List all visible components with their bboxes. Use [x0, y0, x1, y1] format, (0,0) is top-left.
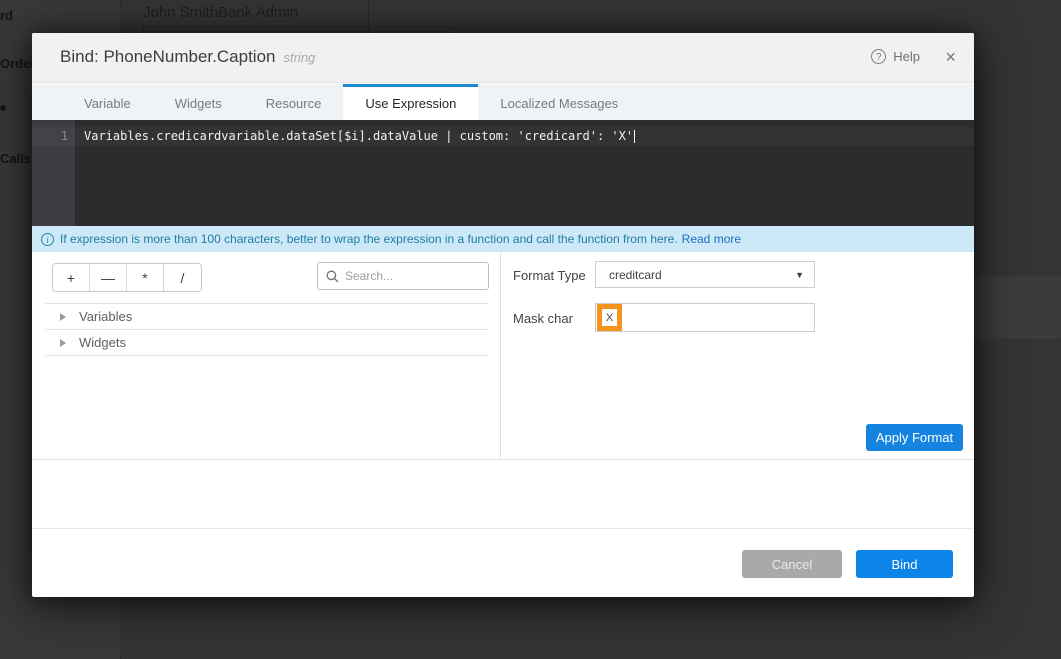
panel-divider	[500, 252, 501, 459]
dialog-titlebar: Bind: PhoneNumber.Captionstring ? Help ×	[32, 33, 974, 83]
background-panel-band	[974, 276, 1061, 340]
info-text: If expression is more than 100 character…	[60, 232, 678, 246]
format-type-label: Format Type	[513, 268, 586, 283]
mask-char-value: X	[602, 309, 617, 326]
cancel-button[interactable]: Cancel	[742, 550, 842, 578]
format-type-value: creditcard	[609, 268, 795, 282]
screen: rd Order Calls John SmithBank Admin Bind…	[0, 0, 1061, 659]
background-page-title: John SmithBank Admin	[143, 4, 298, 21]
expression-code[interactable]: Variables.credicardvariable.dataSet[$i].…	[84, 129, 635, 143]
dialog-title-type: string	[283, 50, 315, 65]
tree-item-label: Variables	[79, 309, 132, 324]
mask-char-label: Mask char	[513, 311, 573, 326]
dialog-title: Bind: PhoneNumber.Captionstring	[60, 47, 315, 67]
search-field[interactable]	[317, 262, 489, 290]
background-nav-bullet	[0, 105, 6, 111]
tree-item-variables[interactable]: Variables	[45, 303, 489, 329]
expression-editor[interactable]: 1 Variables.credicardvariable.dataSet[$i…	[32, 120, 974, 226]
format-type-select[interactable]: creditcard ▼	[595, 261, 815, 288]
tab-localized-messages[interactable]: Localized Messages	[478, 84, 640, 120]
help-icon: ?	[871, 49, 886, 64]
search-input[interactable]	[345, 269, 480, 283]
mask-char-field[interactable]: X	[595, 303, 815, 332]
minus-operator-button[interactable]: —	[90, 264, 127, 291]
chevron-right-icon	[60, 313, 66, 321]
close-icon[interactable]: ×	[945, 48, 956, 66]
mask-char-highlight: X	[597, 304, 622, 331]
tab-use-expression[interactable]: Use Expression	[343, 84, 478, 120]
search-icon	[326, 270, 339, 283]
tree-item-widgets[interactable]: Widgets	[45, 329, 489, 355]
help-button[interactable]: ? Help	[871, 49, 920, 64]
help-label: Help	[893, 49, 920, 64]
text-cursor	[634, 130, 635, 143]
apply-format-button[interactable]: Apply Format	[866, 424, 963, 451]
dialog-tabbar: Variable Widgets Resource Use Expression…	[32, 84, 974, 120]
info-bar: i If expression is more than 100 charact…	[32, 226, 974, 252]
chevron-right-icon	[60, 339, 66, 347]
multiply-operator-button[interactable]: *	[127, 264, 164, 291]
editor-line-number: 1	[32, 129, 68, 143]
operator-button-group: + — * /	[52, 263, 202, 292]
divide-operator-button[interactable]: /	[164, 264, 201, 291]
dialog-footer: Cancel Bind	[32, 528, 974, 597]
dialog-content: + — * / Variables Widgets	[32, 252, 974, 460]
read-more-link[interactable]: Read more	[682, 232, 741, 246]
binding-source-tree: Variables Widgets	[45, 303, 489, 356]
info-icon: i	[41, 233, 54, 246]
tab-widgets[interactable]: Widgets	[153, 84, 244, 120]
background-nav-item: Calls	[0, 151, 31, 166]
tab-variable[interactable]: Variable	[62, 84, 153, 120]
background-nav-item: Order	[0, 56, 35, 71]
bind-button[interactable]: Bind	[856, 550, 953, 578]
chevron-down-icon: ▼	[795, 270, 804, 280]
tab-resource[interactable]: Resource	[244, 84, 344, 120]
bind-dialog: Bind: PhoneNumber.Captionstring ? Help ×…	[32, 33, 974, 597]
background-nav-item: rd	[0, 8, 13, 23]
tree-item-label: Widgets	[79, 335, 126, 350]
plus-operator-button[interactable]: +	[53, 264, 90, 291]
